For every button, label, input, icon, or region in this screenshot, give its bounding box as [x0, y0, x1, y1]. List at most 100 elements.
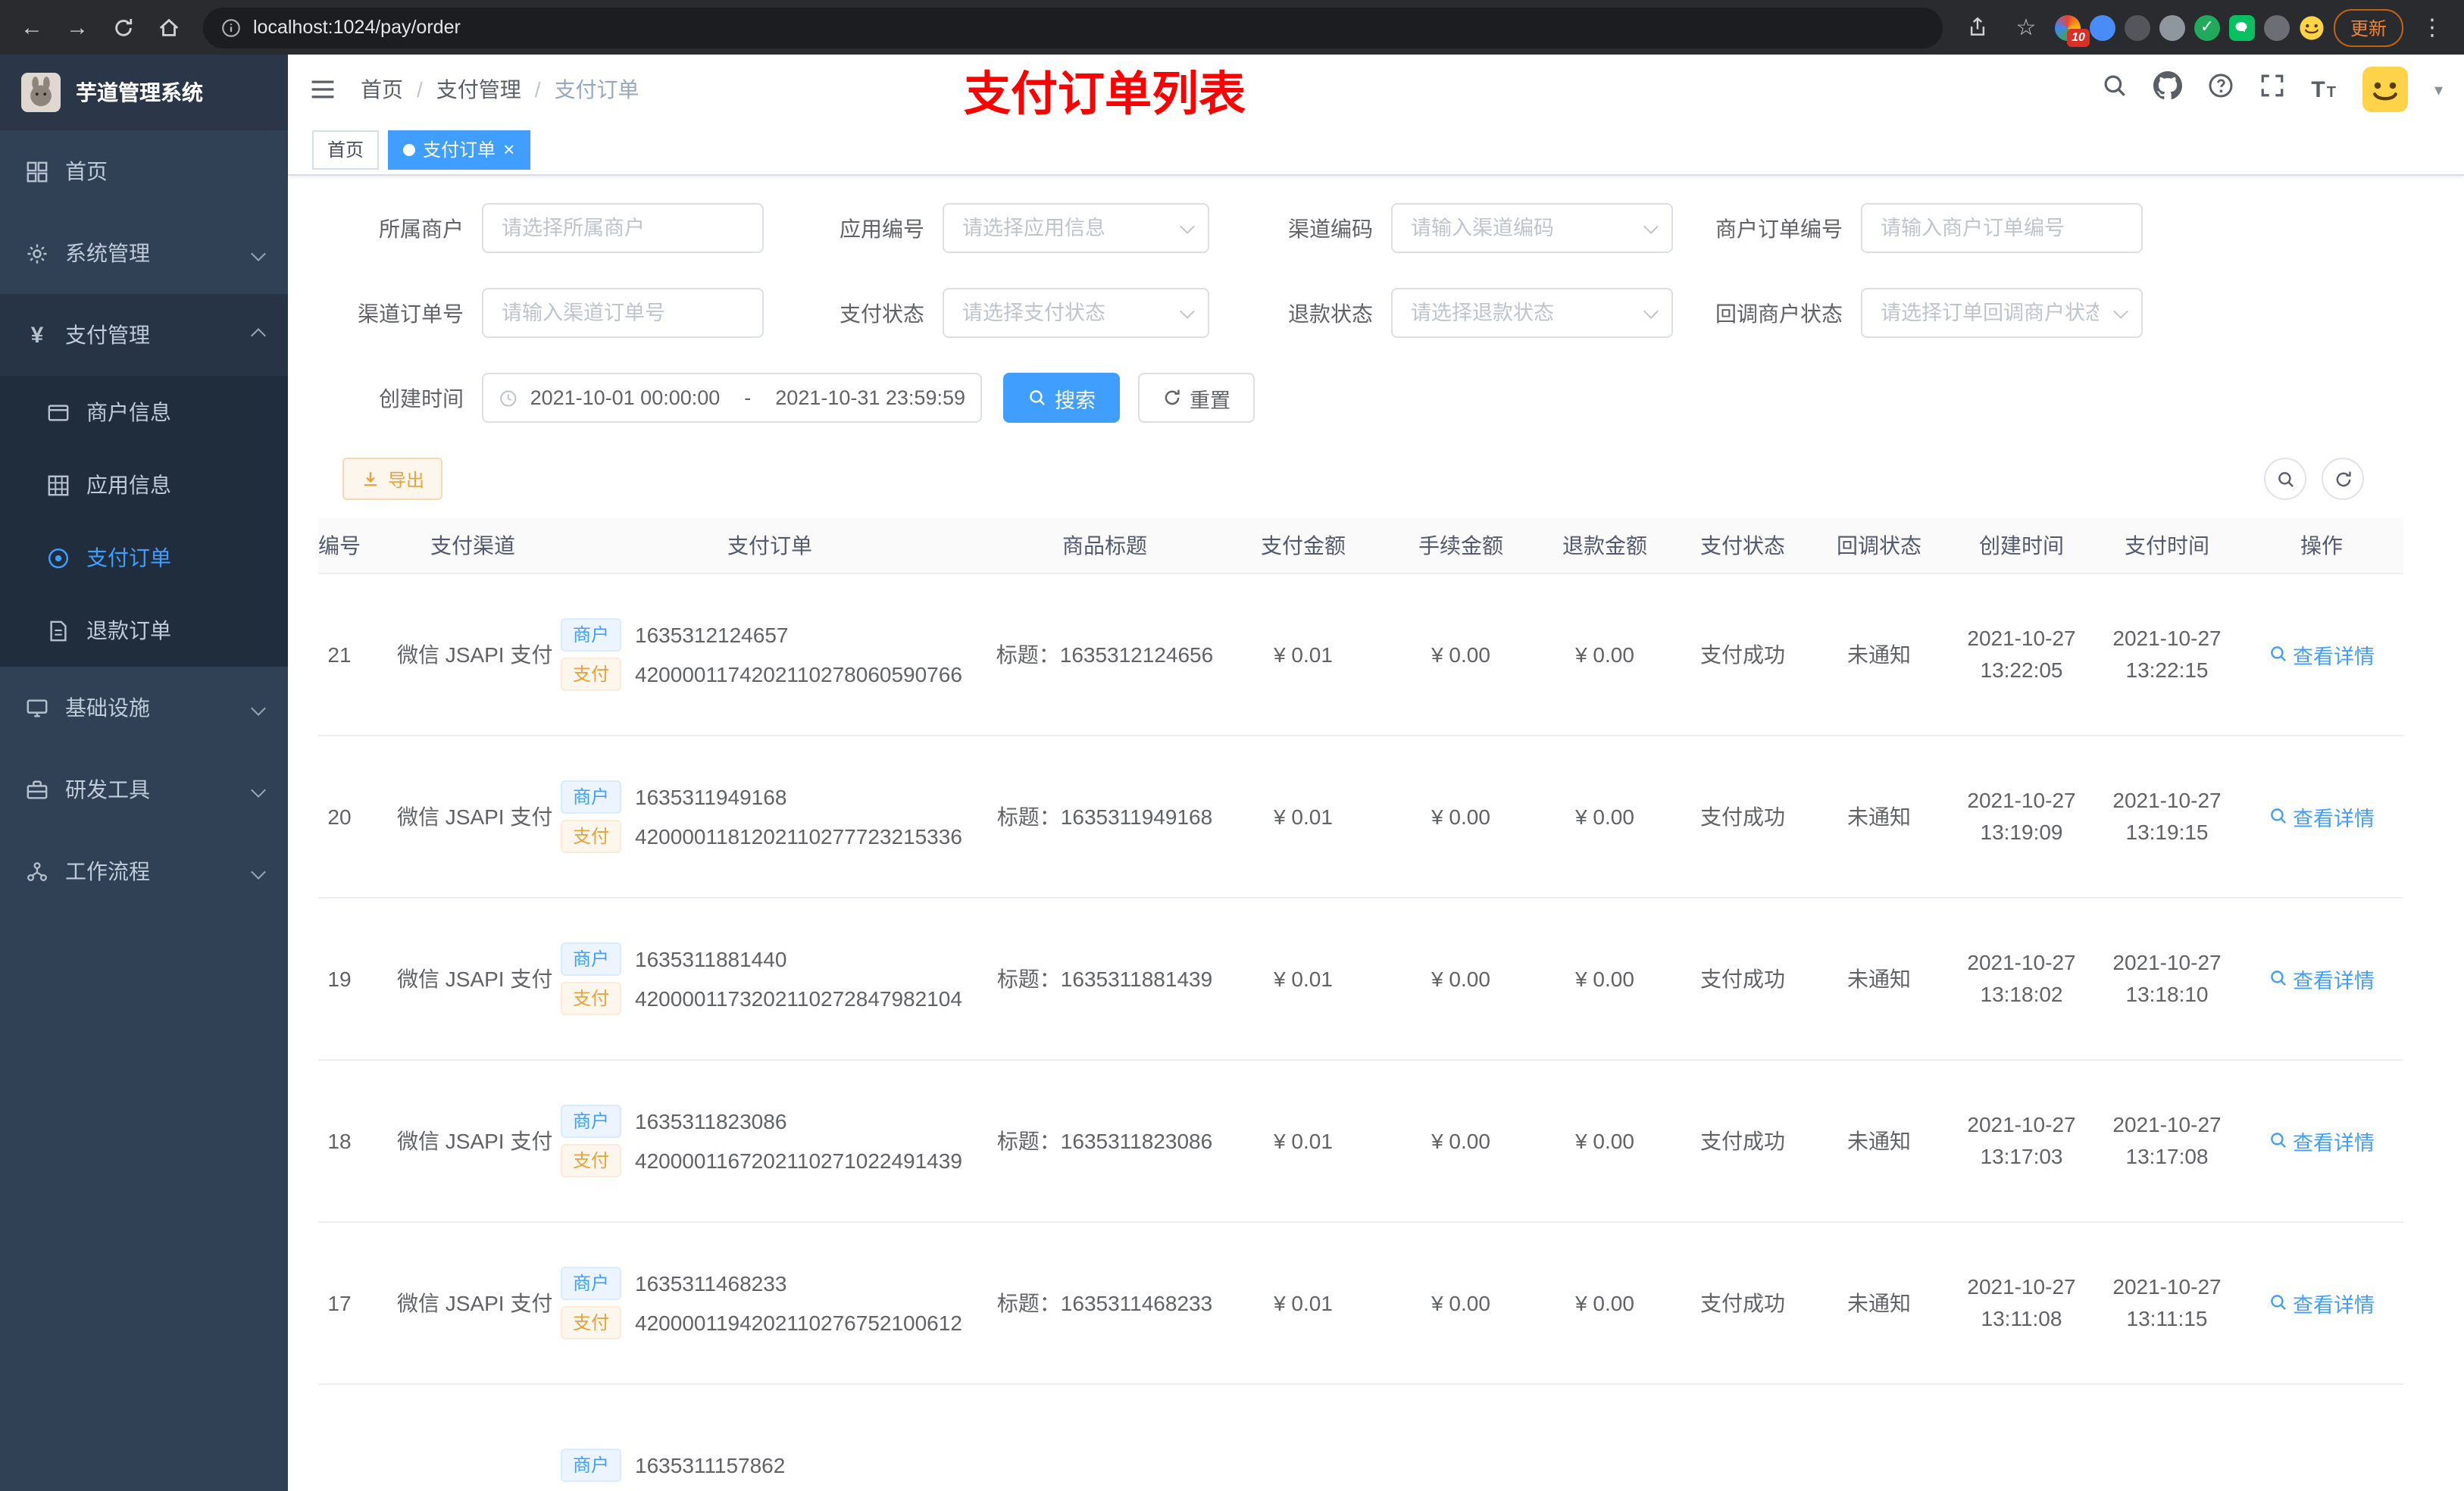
- cell-title: 标题：1635311823086: [991, 1059, 1218, 1222]
- export-button[interactable]: 导出: [342, 458, 443, 500]
- refund-status-select[interactable]: [1391, 288, 1673, 338]
- breadcrumb-home[interactable]: 首页: [361, 74, 403, 105]
- date-range-input[interactable]: 2021-10-01 00:00:00 - 2021-10-31 23:59:5…: [482, 373, 982, 423]
- view-detail-link[interactable]: 查看详情: [2269, 1287, 2375, 1318]
- date-text: 13:11:15: [2126, 1305, 2208, 1330]
- sidebar-item-home[interactable]: 首页: [0, 130, 288, 212]
- pay-status: 支付成功: [1700, 642, 1785, 666]
- fullscreen-icon[interactable]: [2259, 73, 2285, 106]
- breadcrumb-pay-mgmt[interactable]: 支付管理: [436, 74, 521, 105]
- pay-amount: ¥ 0.01: [1274, 1128, 1333, 1152]
- view-detail-link[interactable]: 查看详情: [2269, 963, 2375, 993]
- tab-label: 首页: [327, 139, 364, 161]
- view-detail-link[interactable]: 查看详情: [2269, 801, 2375, 831]
- sidebar-item-payment[interactable]: ¥ 支付管理: [0, 294, 288, 376]
- channel-order-no-input[interactable]: [482, 288, 764, 338]
- share-icon[interactable]: [1958, 8, 1997, 47]
- toggle-search-button[interactable]: [2264, 458, 2306, 500]
- cell-id: 18: [318, 1059, 397, 1222]
- order-id: 17: [327, 1290, 352, 1314]
- sidebar-item-merchant-info[interactable]: 商户信息: [0, 376, 288, 449]
- sidebar-item-refund-order[interactable]: 退款订单: [0, 594, 288, 667]
- refund-amount: ¥ 0.00: [1575, 1290, 1634, 1314]
- table-body: 21 微信 JSAPI 支付 商户 1635312124657 支付 4200001174…: [318, 573, 2403, 1491]
- puzzle-extension-icon[interactable]: [2263, 14, 2290, 40]
- collapse-sidebar-icon[interactable]: [309, 76, 336, 103]
- merchant-select[interactable]: [482, 203, 764, 253]
- home-icon[interactable]: [149, 8, 188, 47]
- page-content: 所属商户 应用编号 渠道编码 商户订单编号: [288, 176, 2464, 1491]
- help-icon[interactable]: [2208, 73, 2234, 106]
- app-id-select[interactable]: [943, 203, 1209, 253]
- reset-button[interactable]: 重置: [1138, 373, 1255, 423]
- extension-icon[interactable]: [2089, 14, 2115, 40]
- browser-menu-icon[interactable]: ⋮: [2412, 8, 2452, 47]
- cell-pay-order: 商户 1635311823086 支付 42000011672021102710224…: [549, 1059, 991, 1222]
- date-text: 13:19:15: [2125, 819, 2209, 843]
- address-bar[interactable]: localhost:1024/pay/order: [203, 7, 1943, 48]
- check-extension-icon[interactable]: ✓: [2194, 14, 2220, 40]
- refresh-table-button[interactable]: [2322, 458, 2364, 500]
- col-status: 支付状态: [1676, 518, 1809, 574]
- sidebar-item-label: 研发工具: [65, 777, 150, 802]
- channel-code-select[interactable]: [1391, 203, 1673, 253]
- tags-view: 首页 支付订单 ×: [288, 124, 2464, 176]
- extension-icon[interactable]: [2124, 14, 2150, 40]
- product-title: 标题：1635311468233: [996, 1290, 1213, 1314]
- view-detail-label: 查看详情: [2293, 1293, 2375, 1316]
- font-size-icon[interactable]: TT: [2311, 77, 2337, 102]
- order-id: 18: [327, 1128, 352, 1152]
- sidebar-item-workflow[interactable]: 工作流程: [0, 830, 288, 912]
- sidebar-item-label: 首页: [65, 159, 108, 183]
- view-detail-link[interactable]: 查看详情: [2269, 639, 2375, 669]
- browser-update-button[interactable]: 更新: [2333, 8, 2403, 46]
- cell-pay-time: 2021-10-27 13:11:15: [2094, 1221, 2240, 1384]
- extension-badge: 10: [2067, 28, 2090, 46]
- back-icon[interactable]: ←: [12, 8, 52, 47]
- submenu-payment: 商户信息 应用信息 支付订单 退款订单: [0, 376, 288, 667]
- sidebar-item-dev-tools[interactable]: 研发工具: [0, 749, 288, 830]
- cell-fee: [1388, 1383, 1534, 1491]
- download-icon: [364, 471, 377, 486]
- pay-status: 支付成功: [1700, 804, 1785, 828]
- close-icon[interactable]: ×: [503, 139, 514, 159]
- gear-icon: [24, 242, 50, 264]
- bookmark-star-icon[interactable]: ☆: [2006, 8, 2046, 47]
- chat-extension-icon[interactable]: [2228, 14, 2255, 40]
- search-icon[interactable]: [2102, 73, 2128, 106]
- extension-icon[interactable]: [2159, 14, 2185, 40]
- avatar[interactable]: [2362, 67, 2409, 112]
- extension-icon[interactable]: 10: [2054, 14, 2090, 46]
- pay-status: 支付成功: [1700, 966, 1785, 990]
- forward-icon[interactable]: →: [58, 8, 97, 47]
- dashboard-icon: [24, 160, 50, 183]
- pay-order-no: 4200001194202110276752100612: [635, 1310, 962, 1334]
- search-button[interactable]: 搜索: [1003, 373, 1120, 423]
- tab-home[interactable]: 首页: [312, 130, 380, 169]
- sidebar-item-pay-order[interactable]: 支付订单: [0, 521, 288, 594]
- github-icon[interactable]: [2153, 71, 2183, 108]
- cell-status: 支付成功: [1676, 735, 1809, 898]
- sidebar-item-infra[interactable]: 基础设施: [0, 667, 288, 749]
- sidebar-item-app-info[interactable]: 应用信息: [0, 449, 288, 521]
- clock-icon: [500, 389, 517, 406]
- view-detail-link[interactable]: 查看详情: [2269, 1125, 2375, 1155]
- pay-status-select[interactable]: [943, 288, 1209, 338]
- browser-profile-avatar[interactable]: [2299, 14, 2325, 40]
- sidebar-item-label: 工作流程: [65, 859, 150, 883]
- notify-status-select[interactable]: [1861, 288, 2143, 338]
- reload-icon[interactable]: [103, 8, 142, 47]
- col-pay-order: 支付订单: [549, 518, 991, 574]
- merchant-order-no-input[interactable]: [1861, 203, 2143, 253]
- tab-label: 支付订单: [423, 139, 496, 161]
- filter-label: 退款状态: [1288, 301, 1373, 325]
- order-id: 20: [327, 804, 352, 828]
- fee-amount: ¥ 0.00: [1431, 1290, 1490, 1314]
- tab-pay-order[interactable]: 支付订单 ×: [388, 130, 530, 169]
- sidebar-item-system[interactable]: 系统管理: [0, 212, 288, 294]
- cell-status: 支付成功: [1676, 1221, 1809, 1384]
- cell-pay-time: 2021-10-27 13:18:10: [2094, 897, 2240, 1060]
- caret-down-icon[interactable]: ▾: [2434, 80, 2443, 99]
- cell-notify: 未通知: [1809, 735, 1949, 898]
- merchant-tag: 商户: [561, 1266, 622, 1299]
